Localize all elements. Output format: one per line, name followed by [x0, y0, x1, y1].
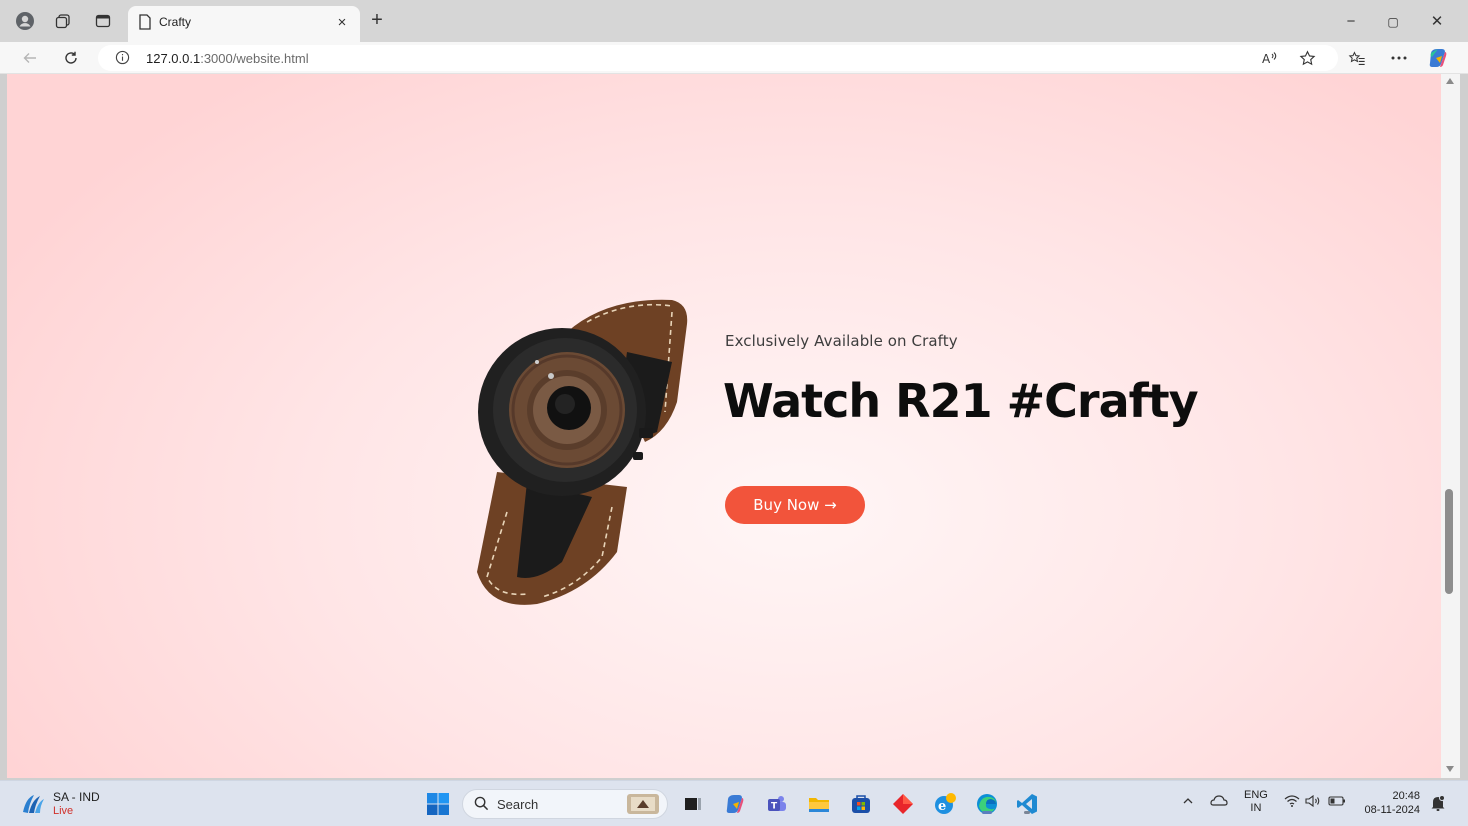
widget-title[interactable]: SA - IND — [53, 790, 100, 804]
address-bar[interactable]: 127.0.0.1:3000/website.html — [98, 45, 1338, 71]
back-icon[interactable] — [18, 46, 42, 70]
copilot-icon[interactable] — [1426, 46, 1450, 70]
profile-icon[interactable] — [14, 10, 36, 32]
vscode-icon[interactable] — [1014, 791, 1040, 817]
site-info-icon[interactable] — [115, 50, 130, 70]
taskbar-search-box[interactable]: Search — [462, 789, 668, 819]
clock-date: 08-11-2024 — [1364, 804, 1420, 816]
refresh-icon[interactable] — [59, 46, 83, 70]
search-label: Search — [497, 797, 539, 812]
restore-button[interactable]: ▢ — [1382, 11, 1404, 33]
onedrive-icon[interactable] — [1210, 795, 1228, 810]
url-path: :3000/website.html — [200, 51, 309, 66]
vscode-running-indicator — [1024, 811, 1030, 814]
language-code: ENG — [1244, 789, 1268, 801]
close-window-button[interactable]: ✕ — [1426, 11, 1448, 33]
wifi-icon[interactable] — [1284, 795, 1300, 810]
url-host: 127.0.0.1 — [146, 51, 201, 66]
read-aloud-icon[interactable]: A — [1258, 46, 1282, 70]
buy-now-button[interactable]: Buy Now → — [725, 486, 865, 524]
hero-title: Watch R21 #Crafty — [723, 374, 1199, 428]
close-tab-icon[interactable]: × — [333, 14, 351, 32]
teams-icon[interactable]: T — [764, 791, 790, 817]
new-tab-button[interactable]: + — [366, 10, 388, 32]
region-code: IN — [1250, 802, 1262, 814]
task-view-icon[interactable] — [680, 791, 706, 817]
ie-icon[interactable]: e — [932, 791, 958, 817]
page-icon — [138, 14, 152, 35]
active-tab[interactable]: Crafty × — [128, 6, 360, 42]
favorites-icon[interactable] — [1345, 46, 1369, 70]
taskbar: SA - IND Live Search T e ENG IN 20:48 08… — [0, 780, 1468, 826]
more-icon[interactable] — [1387, 46, 1411, 70]
cricket-widget-icon[interactable] — [20, 792, 46, 816]
svg-text:T: T — [771, 802, 778, 812]
tab-title: Crafty — [159, 15, 192, 29]
edge-icon[interactable] — [974, 791, 1000, 817]
search-icon — [474, 796, 489, 816]
browser-toolbar: 127.0.0.1:3000/website.html A — [0, 42, 1468, 74]
watch-product-image — [477, 299, 688, 605]
copilot-app-icon[interactable] — [722, 791, 748, 817]
favorite-star-icon[interactable] — [1295, 46, 1319, 70]
battery-icon[interactable] — [1328, 796, 1346, 809]
search-highlight-icon — [625, 792, 661, 821]
workspaces-icon[interactable] — [52, 10, 74, 32]
svg-text:e: e — [938, 799, 946, 814]
page-viewport: Exclusively Available on Crafty Watch R2… — [7, 74, 1441, 778]
notifications-icon[interactable] — [1430, 794, 1446, 815]
clock-time: 20:48 — [1392, 790, 1420, 802]
red-diamond-app-icon[interactable] — [890, 791, 916, 817]
minimize-button[interactable]: − — [1340, 11, 1362, 33]
scroll-down-arrow-icon[interactable] — [1446, 766, 1454, 772]
volume-icon[interactable] — [1305, 794, 1323, 810]
url-text: 127.0.0.1:3000/website.html — [146, 51, 309, 66]
show-hidden-icons-icon[interactable] — [1182, 795, 1194, 810]
edge-running-indicator — [982, 811, 992, 814]
language-indicator[interactable]: ENG IN — [1244, 789, 1268, 815]
widget-status: Live — [53, 805, 74, 817]
store-icon[interactable] — [848, 791, 874, 817]
file-explorer-icon[interactable] — [806, 791, 832, 817]
tab-strip: Crafty × + − ▢ ✕ — [0, 0, 1468, 42]
tab-actions-icon[interactable] — [92, 10, 114, 32]
svg-text:A: A — [1262, 52, 1271, 66]
clock[interactable]: 20:48 08-11-2024 — [1358, 789, 1420, 817]
scroll-thumb[interactable] — [1445, 489, 1453, 594]
start-icon[interactable] — [425, 791, 451, 817]
page-scrollbar[interactable] — [1441, 74, 1460, 778]
scroll-up-arrow-icon[interactable] — [1446, 78, 1454, 84]
hero-subtitle: Exclusively Available on Crafty — [725, 332, 958, 350]
